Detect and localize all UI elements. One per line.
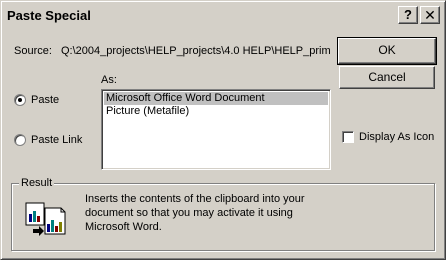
source-path: Q:\2004_projects\HELP_projects\4.0 HELP\… — [61, 45, 331, 57]
display-as-icon-checkbox[interactable] — [342, 131, 354, 143]
paste-link-radio[interactable] — [14, 134, 26, 146]
result-line: Inserts the contents of the clipboard in… — [85, 193, 305, 205]
list-item[interactable]: Microsoft Office Word Document — [104, 92, 328, 105]
close-icon: ✕ — [424, 7, 436, 23]
result-line: document so that you may activate it usi… — [85, 207, 293, 219]
result-description: Inserts the contents of the clipboard in… — [85, 192, 335, 234]
paste-radio-label[interactable]: Paste — [31, 94, 59, 106]
title-bar[interactable]: Paste Special ? ✕ — [4, 4, 442, 28]
dialog-title: Paste Special — [7, 8, 91, 23]
paste-special-dialog: Paste Special ? ✕ Source: Q:\2004_projec… — [0, 0, 446, 260]
source-label: Source: — [14, 45, 52, 57]
help-button[interactable]: ? — [398, 6, 418, 24]
paste-radio[interactable] — [14, 94, 26, 106]
as-listbox[interactable]: Microsoft Office Word Document Picture (… — [101, 89, 331, 170]
result-group-label: Result — [19, 177, 55, 189]
paste-link-radio-label[interactable]: Paste Link — [31, 134, 82, 146]
paste-document-icon — [25, 202, 69, 241]
list-item[interactable]: Picture (Metafile) — [104, 105, 189, 118]
display-as-icon-label[interactable]: Display As Icon — [359, 131, 434, 143]
radio-selected-dot — [18, 98, 22, 102]
cancel-button[interactable]: Cancel — [339, 66, 435, 89]
ok-button[interactable]: OK — [337, 37, 437, 65]
as-label: As: — [101, 74, 117, 86]
help-icon: ? — [404, 7, 412, 22]
close-button[interactable]: ✕ — [420, 6, 440, 24]
result-line: Microsoft Word. — [85, 221, 162, 233]
